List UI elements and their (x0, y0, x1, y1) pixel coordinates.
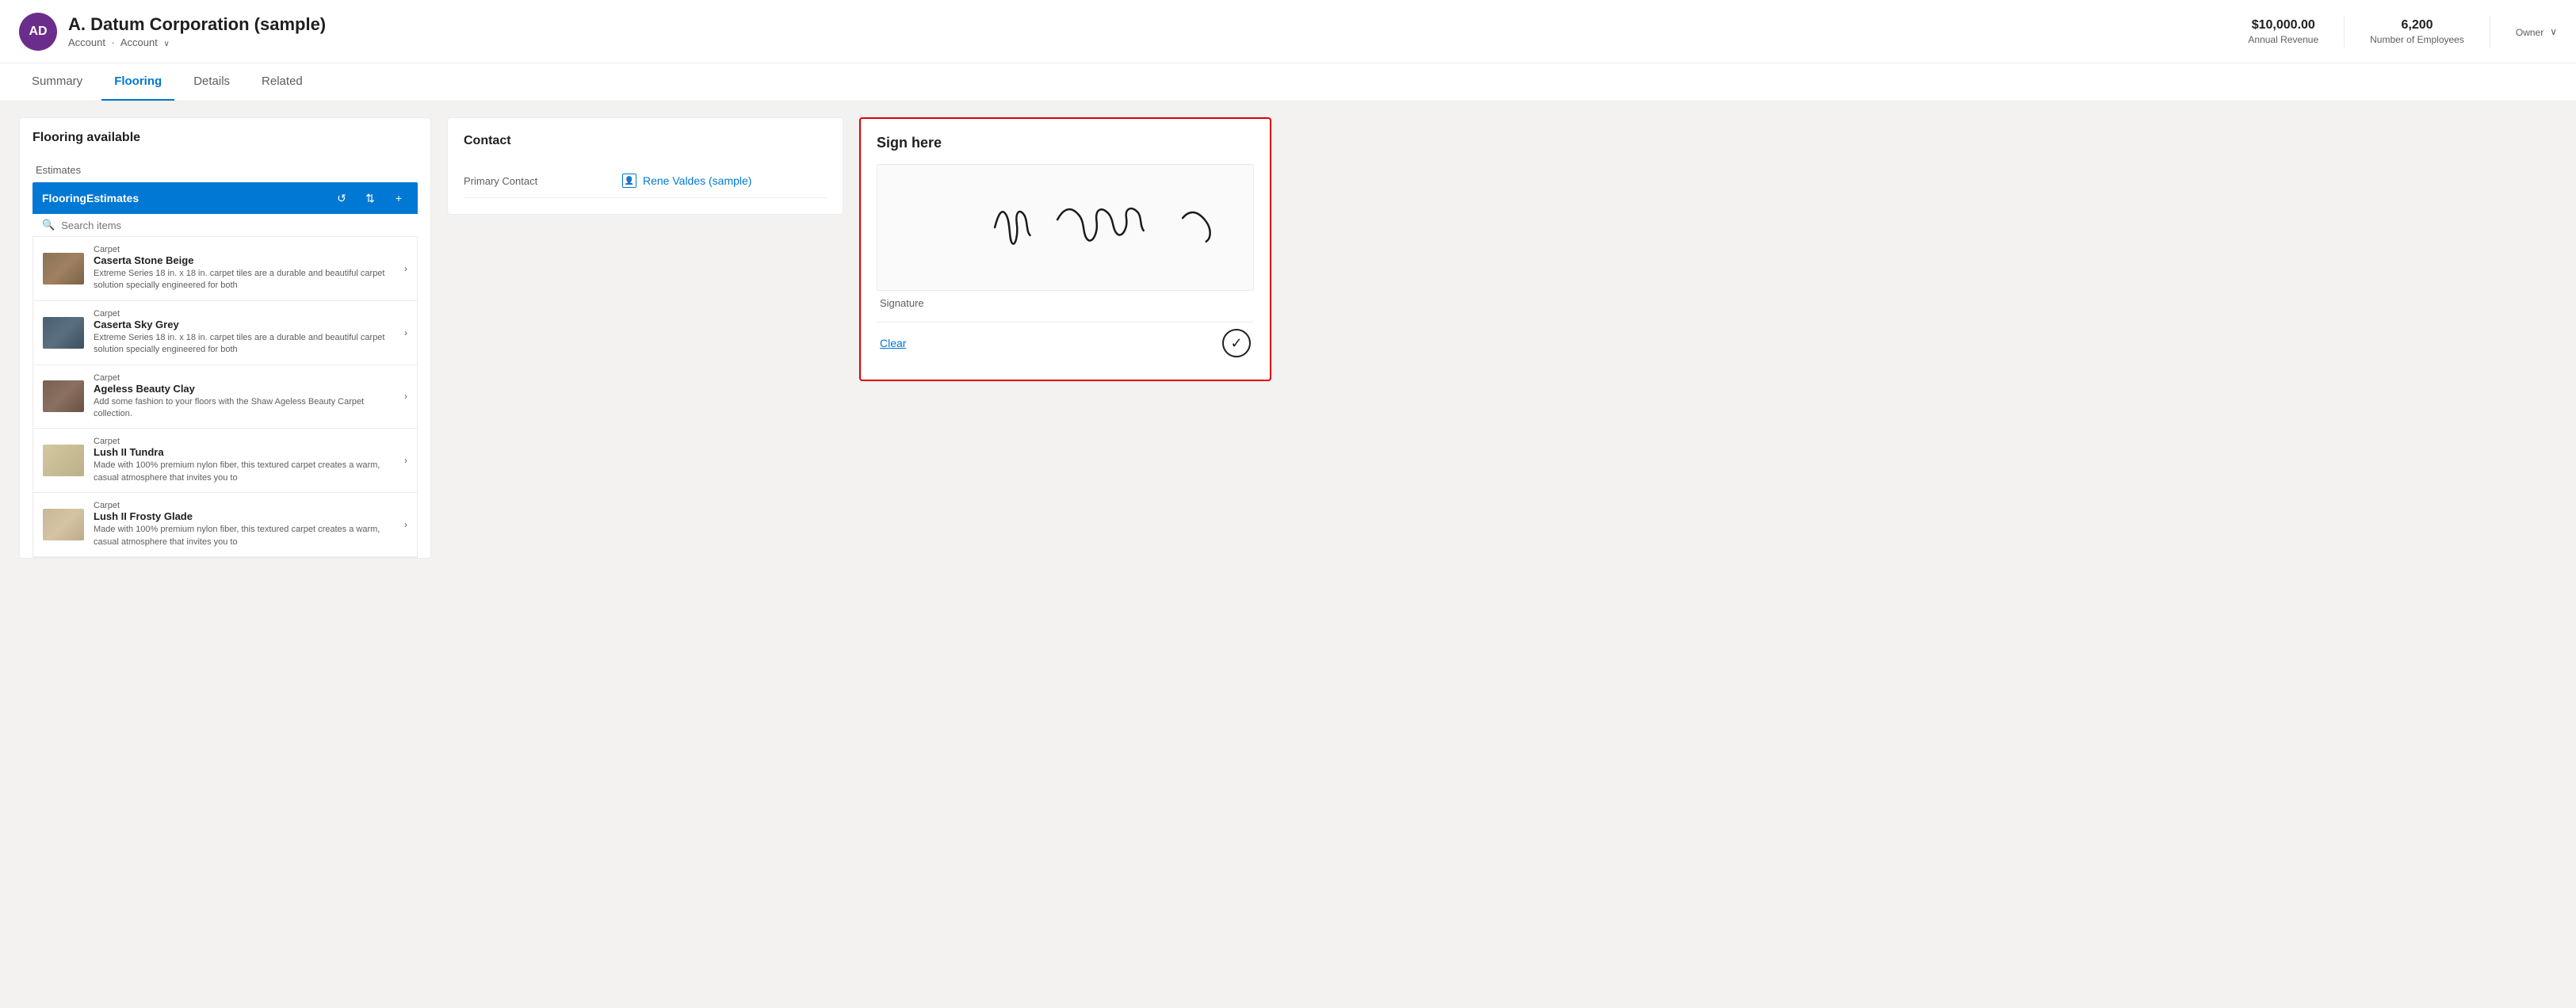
header-title: A. Datum Corporation (sample) Account · … (68, 14, 2248, 48)
flooring-desc: Made with 100% premium nylon fiber, this… (94, 524, 395, 548)
flooring-desc: Made with 100% premium nylon fiber, this… (94, 460, 395, 484)
flooring-desc: Extreme Series 18 in. x 18 in. carpet ti… (94, 268, 395, 292)
breadcrumb-item-2[interactable]: Account (120, 36, 158, 48)
annual-revenue-value: $10,000.00 (2248, 18, 2318, 32)
flooring-desc: Extreme Series 18 in. x 18 in. carpet ti… (94, 332, 395, 357)
signature-label: Signature (877, 297, 1254, 309)
employee-count: 6,200 Number of Employees (2370, 18, 2464, 45)
primary-contact-label: Primary Contact (464, 175, 590, 187)
flooring-type: Carpet (94, 373, 395, 383)
tab-summary[interactable]: Summary (19, 63, 95, 101)
sign-card: Sign here Signature Clear ✓ (859, 117, 1271, 381)
list-item[interactable]: Carpet Caserta Sky Grey Extreme Series 1… (33, 301, 417, 365)
flooring-type: Carpet (94, 437, 395, 446)
owner-field[interactable]: Owner ∨ (2516, 25, 2557, 38)
flooring-desc: Add some fashion to your floors with the… (94, 396, 395, 421)
search-icon: 🔍 (42, 219, 55, 231)
flooring-info: Carpet Caserta Sky Grey Extreme Series 1… (94, 309, 395, 357)
tab-related[interactable]: Related (249, 63, 315, 101)
sign-panel: Sign here Signature Clear ✓ (859, 117, 1271, 991)
annual-revenue: $10,000.00 Annual Revenue (2248, 18, 2318, 45)
flooring-thumb (43, 445, 84, 476)
breadcrumb-item-1[interactable]: Account (68, 36, 105, 48)
flooring-type: Carpet (94, 501, 395, 510)
subgrid-name: FlooringEstimates (42, 192, 323, 204)
owner-chevron-icon: ∨ (2550, 26, 2557, 37)
flooring-info: Carpet Lush II Frosty Glade Made with 10… (94, 501, 395, 548)
nav-tabs: Summary Flooring Details Related (0, 63, 2576, 101)
sign-card-title: Sign here (877, 135, 1254, 151)
item-chevron-icon: › (404, 391, 407, 402)
flooring-panel: Flooring available Estimates FlooringEst… (19, 117, 431, 991)
flooring-card-title: Flooring available (32, 131, 418, 145)
item-chevron-icon: › (404, 519, 407, 530)
account-name: A. Datum Corporation (sample) (68, 14, 2248, 35)
primary-contact-value[interactable]: 👤 Rene Valdes (sample) (622, 174, 751, 188)
flooring-thumb (43, 380, 84, 412)
signature-drawing (877, 165, 1253, 290)
flooring-name: Lush II Tundra (94, 446, 395, 458)
search-bar: 🔍 (32, 214, 418, 237)
employees-value: 6,200 (2370, 18, 2464, 32)
annual-revenue-label: Annual Revenue (2248, 34, 2318, 45)
main-content: Flooring available Estimates FlooringEst… (0, 101, 2576, 1006)
contact-person-icon: 👤 (622, 174, 636, 188)
flooring-info: Carpet Caserta Stone Beige Extreme Serie… (94, 245, 395, 292)
flooring-thumb (43, 317, 84, 349)
signature-area[interactable] (877, 164, 1254, 291)
item-chevron-icon: › (404, 327, 407, 338)
sign-actions: Clear ✓ (877, 322, 1254, 364)
filter-icon[interactable]: ⇅ (361, 189, 380, 208)
list-item[interactable]: Carpet Lush II Frosty Glade Made with 10… (33, 493, 417, 557)
flooring-name: Caserta Sky Grey (94, 319, 395, 330)
confirm-button[interactable]: ✓ (1222, 329, 1251, 357)
list-item[interactable]: Carpet Ageless Beauty Clay Add some fash… (33, 365, 417, 430)
estimates-section: Estimates (32, 164, 84, 176)
employees-label: Number of Employees (2370, 34, 2464, 45)
flooring-type: Carpet (94, 245, 395, 254)
contact-card-title: Contact (464, 134, 827, 148)
item-chevron-icon: › (404, 455, 407, 466)
search-input[interactable] (61, 220, 408, 231)
flooring-info: Carpet Lush II Tundra Made with 100% pre… (94, 437, 395, 484)
flooring-thumb (43, 253, 84, 284)
primary-contact-name[interactable]: Rene Valdes (sample) (643, 174, 751, 187)
header-divider-1 (2344, 16, 2345, 48)
flooring-card: Flooring available Estimates FlooringEst… (19, 117, 431, 559)
flooring-name: Caserta Stone Beige (94, 254, 395, 266)
flooring-name: Ageless Beauty Clay (94, 383, 395, 395)
clear-button[interactable]: Clear (880, 337, 906, 349)
flooring-name: Lush II Frosty Glade (94, 510, 395, 522)
breadcrumb: Account · Account ∨ (68, 36, 2248, 48)
list-item[interactable]: Carpet Caserta Stone Beige Extreme Serie… (33, 237, 417, 301)
list-item[interactable]: Carpet Lush II Tundra Made with 100% pre… (33, 429, 417, 493)
item-chevron-icon: › (404, 263, 407, 274)
breadcrumb-chevron-icon[interactable]: ∨ (163, 40, 169, 48)
refresh-icon[interactable]: ↺ (332, 189, 351, 208)
flooring-list: Carpet Caserta Stone Beige Extreme Serie… (32, 237, 418, 558)
contact-row: Primary Contact 👤 Rene Valdes (sample) (464, 164, 827, 198)
flooring-type: Carpet (94, 309, 395, 319)
contact-panel: Contact Primary Contact 👤 Rene Valdes (s… (447, 117, 843, 991)
flooring-thumb (43, 509, 84, 540)
avatar: AD (19, 13, 57, 51)
tab-flooring[interactable]: Flooring (101, 63, 174, 101)
header: AD A. Datum Corporation (sample) Account… (0, 0, 2576, 63)
header-meta: $10,000.00 Annual Revenue 6,200 Number o… (2248, 16, 2557, 48)
tab-details[interactable]: Details (181, 63, 243, 101)
flooring-info: Carpet Ageless Beauty Clay Add some fash… (94, 373, 395, 421)
owner-label: Owner (2516, 27, 2544, 38)
contact-card: Contact Primary Contact 👤 Rene Valdes (s… (447, 117, 843, 215)
breadcrumb-separator: · (112, 36, 115, 48)
subgrid-toolbar: FlooringEstimates ↺ ⇅ + (32, 182, 418, 214)
add-icon[interactable]: + (389, 189, 408, 208)
